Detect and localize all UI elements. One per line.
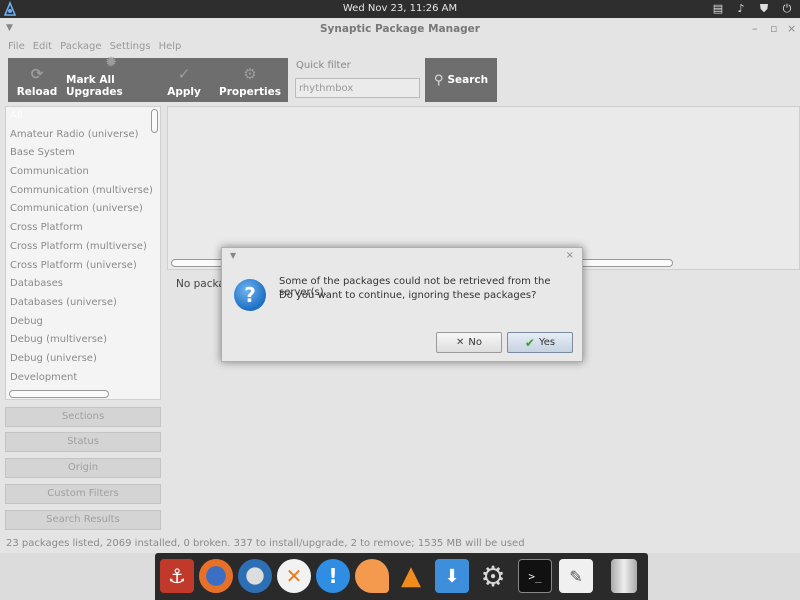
trash-icon[interactable] bbox=[611, 559, 637, 593]
download-icon[interactable]: ⬇ bbox=[435, 559, 469, 593]
category-item[interactable]: Databases (universe) bbox=[6, 294, 160, 313]
dialog-message-line-2: Do you want to continue, ignoring these … bbox=[279, 290, 537, 301]
dialog-close-icon[interactable]: × bbox=[566, 250, 574, 261]
reload-button[interactable]: ⟳ Reload bbox=[8, 58, 66, 102]
yes-label: Yes bbox=[538, 337, 556, 348]
dock: ⚓ ✕ ! ▲ ⬇ ⚙ >_ ✎ bbox=[155, 553, 648, 600]
dialog-menu-icon[interactable]: ▼ bbox=[230, 251, 236, 260]
warning-dialog: ▼ × ? Some of the packages could not be … bbox=[221, 247, 583, 362]
category-item[interactable]: Base System bbox=[6, 144, 160, 163]
top-panel: Wed Nov 23, 11:26 AM ▤ ♪ ⛊ ⏻ bbox=[0, 0, 800, 18]
apply-button[interactable]: ✓ Apply bbox=[156, 58, 212, 102]
yes-check-icon: ✔ bbox=[524, 335, 535, 350]
category-vertical-scrollbar[interactable] bbox=[151, 109, 158, 133]
mark-all-upgrades-label: Mark All Upgrades bbox=[66, 74, 123, 98]
sections-button[interactable]: Sections bbox=[5, 407, 161, 427]
quick-filter-input[interactable] bbox=[295, 78, 420, 98]
no-label: No bbox=[468, 337, 482, 348]
reload-icon: ⟳ bbox=[30, 65, 44, 83]
apply-icon: ✓ bbox=[177, 65, 191, 83]
volume-icon[interactable]: ♪ bbox=[734, 2, 748, 16]
minimize-icon[interactable]: – bbox=[752, 22, 758, 35]
category-item[interactable]: Development bbox=[6, 369, 160, 388]
clock[interactable]: Wed Nov 23, 11:26 AM bbox=[0, 3, 800, 14]
properties-icon: ⚙ bbox=[243, 65, 257, 83]
reload-label: Reload bbox=[16, 86, 58, 98]
menu-file[interactable]: File bbox=[4, 40, 29, 56]
category-item[interactable]: Debug (multiverse) bbox=[6, 331, 160, 350]
status-bar: 23 packages listed, 2069 installed, 0 br… bbox=[0, 535, 800, 553]
category-horizontal-scrollbar[interactable] bbox=[9, 390, 109, 398]
search-results-button[interactable]: Search Results bbox=[5, 510, 161, 530]
status-text: 23 packages listed, 2069 installed, 0 br… bbox=[6, 538, 525, 549]
text-editor-icon[interactable]: ✎ bbox=[559, 559, 593, 593]
category-item[interactable]: Communication (multiverse) bbox=[6, 182, 160, 201]
category-item[interactable]: Amateur Radio (universe) bbox=[6, 126, 160, 145]
search-button[interactable]: ⚲ Search bbox=[425, 58, 497, 102]
thunderbird-icon[interactable] bbox=[238, 559, 272, 593]
menu-bar: File Edit Package Settings Help bbox=[4, 40, 185, 56]
upgrade-icon: ✹ bbox=[104, 53, 118, 71]
category-item[interactable]: Databases bbox=[6, 275, 160, 294]
category-item[interactable]: Debug (universe) bbox=[6, 350, 160, 369]
system-tray: ▤ ♪ ⛊ ⏻ bbox=[711, 2, 794, 16]
category-item[interactable]: All bbox=[6, 107, 160, 126]
menu-package[interactable]: Package bbox=[56, 40, 105, 56]
details-message: No packa bbox=[176, 278, 225, 290]
question-icon: ? bbox=[234, 279, 266, 311]
window-title: Synaptic Package Manager bbox=[320, 23, 480, 35]
category-item[interactable]: Cross Platform (multiverse) bbox=[6, 238, 160, 257]
slice-icon[interactable] bbox=[355, 559, 389, 593]
maximize-icon[interactable]: ▫ bbox=[770, 22, 777, 35]
close-app-icon[interactable]: ✕ bbox=[277, 559, 311, 593]
category-item[interactable]: Cross Platform bbox=[6, 219, 160, 238]
title-bar[interactable]: ▼ Synaptic Package Manager – ▫ × bbox=[0, 18, 800, 40]
category-item[interactable]: Debug bbox=[6, 313, 160, 332]
yes-button[interactable]: ✔ Yes bbox=[507, 332, 573, 353]
category-item[interactable]: Communication (universe) bbox=[6, 200, 160, 219]
power-icon[interactable]: ⏻ bbox=[780, 2, 794, 16]
vlc-icon[interactable]: ▲ bbox=[394, 559, 428, 593]
no-button[interactable]: ✕ No bbox=[436, 332, 502, 353]
quick-filter-label: Quick filter bbox=[296, 60, 351, 71]
settings-gear-icon[interactable]: ⚙ bbox=[476, 559, 510, 593]
network-icon[interactable]: ▤ bbox=[711, 2, 725, 16]
package-list[interactable] bbox=[167, 106, 800, 270]
origin-button[interactable]: Origin bbox=[5, 458, 161, 478]
apply-label: Apply bbox=[167, 86, 201, 98]
category-list[interactable]: All Amateur Radio (universe) Base System… bbox=[5, 106, 161, 400]
custom-filters-button[interactable]: Custom Filters bbox=[5, 484, 161, 504]
mark-all-upgrades-button[interactable]: ✹ Mark All Upgrades bbox=[66, 53, 156, 102]
search-label: Search bbox=[447, 74, 489, 86]
notification-icon[interactable]: ! bbox=[316, 559, 350, 593]
properties-label: Properties bbox=[219, 86, 281, 98]
category-item[interactable]: Cross Platform (universe) bbox=[6, 257, 160, 276]
toolbar: ⟳ Reload ✹ Mark All Upgrades ✓ Apply ⚙ P… bbox=[8, 53, 288, 102]
close-icon[interactable]: × bbox=[787, 22, 796, 35]
menu-edit[interactable]: Edit bbox=[29, 40, 56, 56]
firefox-icon[interactable] bbox=[199, 559, 233, 593]
no-icon: ✕ bbox=[456, 337, 465, 348]
menu-help[interactable]: Help bbox=[155, 40, 186, 56]
anchor-icon[interactable]: ⚓ bbox=[160, 559, 194, 593]
search-icon: ⚲ bbox=[433, 72, 444, 88]
status-button[interactable]: Status bbox=[5, 432, 161, 452]
category-item[interactable]: Communication bbox=[6, 163, 160, 182]
properties-button[interactable]: ⚙ Properties bbox=[212, 58, 288, 102]
shield-icon[interactable]: ⛊ bbox=[757, 2, 771, 16]
terminal-icon[interactable]: >_ bbox=[518, 559, 552, 593]
